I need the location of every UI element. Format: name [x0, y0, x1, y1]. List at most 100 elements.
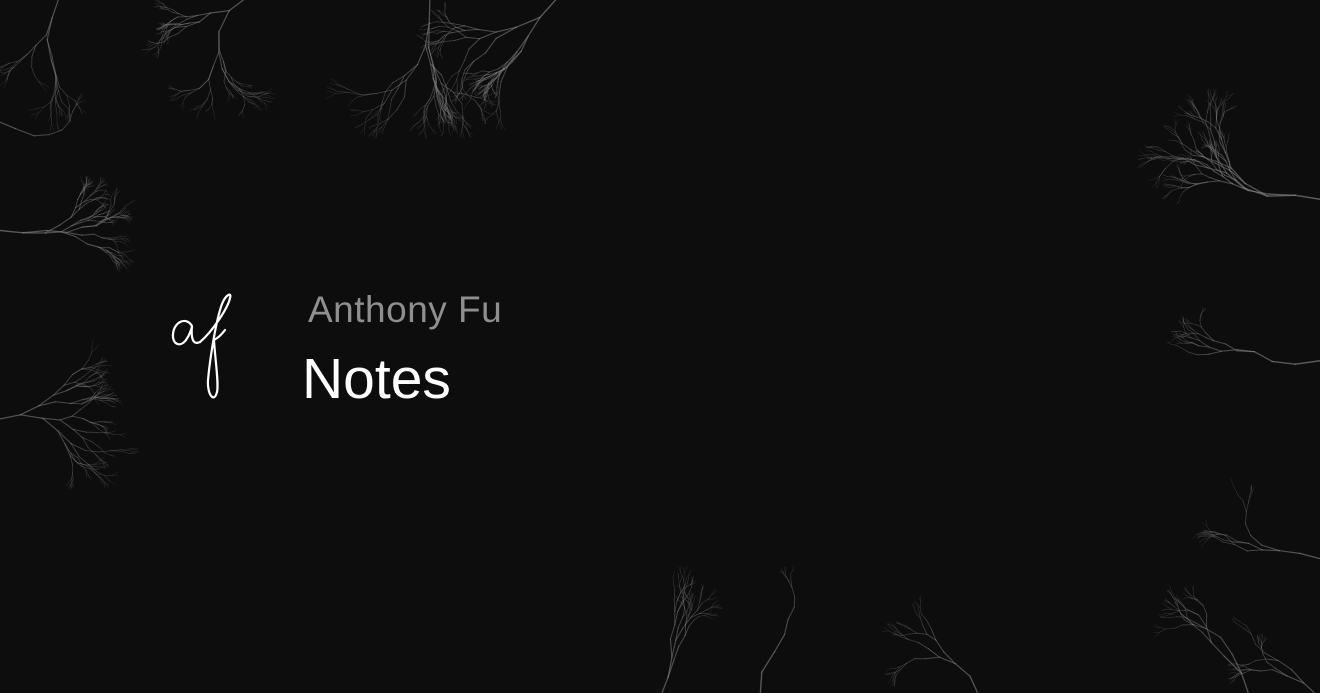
branch-segment: [455, 26, 466, 31]
branch-segment: [1277, 659, 1293, 671]
branch-segment: [76, 385, 86, 388]
branch-segment: [1174, 124, 1177, 132]
branch-segment: [1174, 112, 1181, 116]
branch-segment: [356, 111, 365, 116]
branch-segment: [1182, 154, 1188, 158]
branch-segment: [104, 452, 111, 456]
branch-segment: [464, 25, 479, 30]
branch-segment: [1171, 610, 1180, 615]
branch-segment: [1294, 194, 1320, 200]
page-title: Notes: [302, 347, 451, 411]
branch-segment: [1202, 535, 1210, 538]
branch-segment: [429, 21, 437, 24]
branch-segment: [888, 677, 892, 684]
branch-segment: [1169, 339, 1174, 343]
branch-segment: [410, 125, 414, 131]
branch-segment: [389, 99, 392, 112]
branch-segment: [926, 620, 933, 631]
branch-segment: [120, 434, 126, 438]
branch-segment: [1252, 487, 1255, 492]
branch-segment: [104, 199, 107, 203]
branch-segment: [1233, 672, 1239, 674]
branch-segment: [347, 91, 362, 96]
branch-segment: [1197, 333, 1206, 338]
branch-segment: [914, 607, 917, 614]
branch-segment: [1253, 351, 1273, 363]
branch-segment: [1218, 130, 1221, 143]
branch-segment: [19, 54, 28, 63]
branch-segment: [459, 59, 465, 72]
branch-segment: [1205, 519, 1207, 526]
branch-segment: [1183, 163, 1185, 167]
branch-segment: [122, 212, 127, 216]
branch-segment: [1268, 193, 1297, 196]
branch-segment: [74, 376, 84, 383]
branch-segment: [969, 675, 979, 693]
branch-segment: [1243, 627, 1252, 635]
branch-segment: [452, 128, 454, 134]
branch-segment: [906, 658, 916, 664]
branch-segment: [93, 466, 101, 468]
branch-segment: [80, 219, 89, 223]
branch-segment: [1148, 178, 1154, 181]
branch-segment: [105, 426, 109, 429]
branch-segment: [88, 352, 93, 361]
branch-segment: [501, 124, 506, 130]
branch-segment: [104, 482, 110, 486]
branch-segment: [1201, 522, 1207, 526]
branch-segment: [1179, 114, 1187, 116]
branch-segment: [783, 618, 789, 636]
branch-segment: [1169, 584, 1172, 591]
branch-segment: [1174, 342, 1178, 346]
branch-segment: [99, 372, 105, 374]
branch-segment: [196, 112, 199, 120]
branch-segment: [209, 9, 230, 14]
branch-segment: [673, 598, 676, 612]
branch-segment: [148, 42, 153, 44]
branch-segment: [1181, 342, 1187, 345]
branch-segment: [1233, 486, 1238, 495]
branch-segment: [1159, 616, 1165, 618]
branch-segment: [1191, 341, 1200, 347]
branch-segment: [1151, 182, 1157, 189]
branch-segment: [170, 16, 178, 22]
branch-segment: [891, 625, 897, 630]
branch-segment: [438, 35, 445, 41]
branch-segment: [110, 195, 113, 200]
branch-segment: [178, 13, 187, 18]
branch-segment: [100, 177, 102, 183]
branch-segment: [125, 251, 131, 253]
branch-segment: [105, 251, 113, 253]
branch-segment: [784, 566, 786, 572]
branch-segment: [242, 104, 246, 111]
branch-segment: [82, 180, 85, 184]
branch-segment: [123, 264, 129, 270]
branch-segment: [350, 97, 357, 103]
branch-segment: [325, 93, 337, 99]
branch-segment: [70, 207, 77, 218]
branch-segment: [338, 84, 349, 90]
branch-segment: [431, 51, 434, 55]
branch-segment: [174, 91, 182, 96]
branch-segment: [919, 617, 924, 627]
branch-segment: [130, 248, 135, 252]
branch-segment: [462, 131, 465, 139]
branch-segment: [266, 97, 276, 99]
branch-segment: [927, 648, 940, 658]
branch-segment: [390, 88, 399, 101]
branch-segment: [97, 371, 103, 373]
branch-segment: [54, 102, 58, 114]
branch-segment: [468, 38, 481, 50]
branch-segment: [218, 9, 230, 33]
branch-segment: [495, 26, 518, 33]
branch-segment: [207, 89, 211, 100]
branch-segment: [498, 102, 501, 112]
branch-segment: [204, 108, 209, 113]
branch-segment: [689, 594, 691, 600]
branch-segment: [483, 104, 487, 109]
branch-segment: [1175, 344, 1182, 349]
branch-segment: [1166, 190, 1173, 196]
branch-segment: [1161, 608, 1167, 611]
branch-segment: [432, 129, 436, 136]
branch-segment: [94, 453, 101, 459]
